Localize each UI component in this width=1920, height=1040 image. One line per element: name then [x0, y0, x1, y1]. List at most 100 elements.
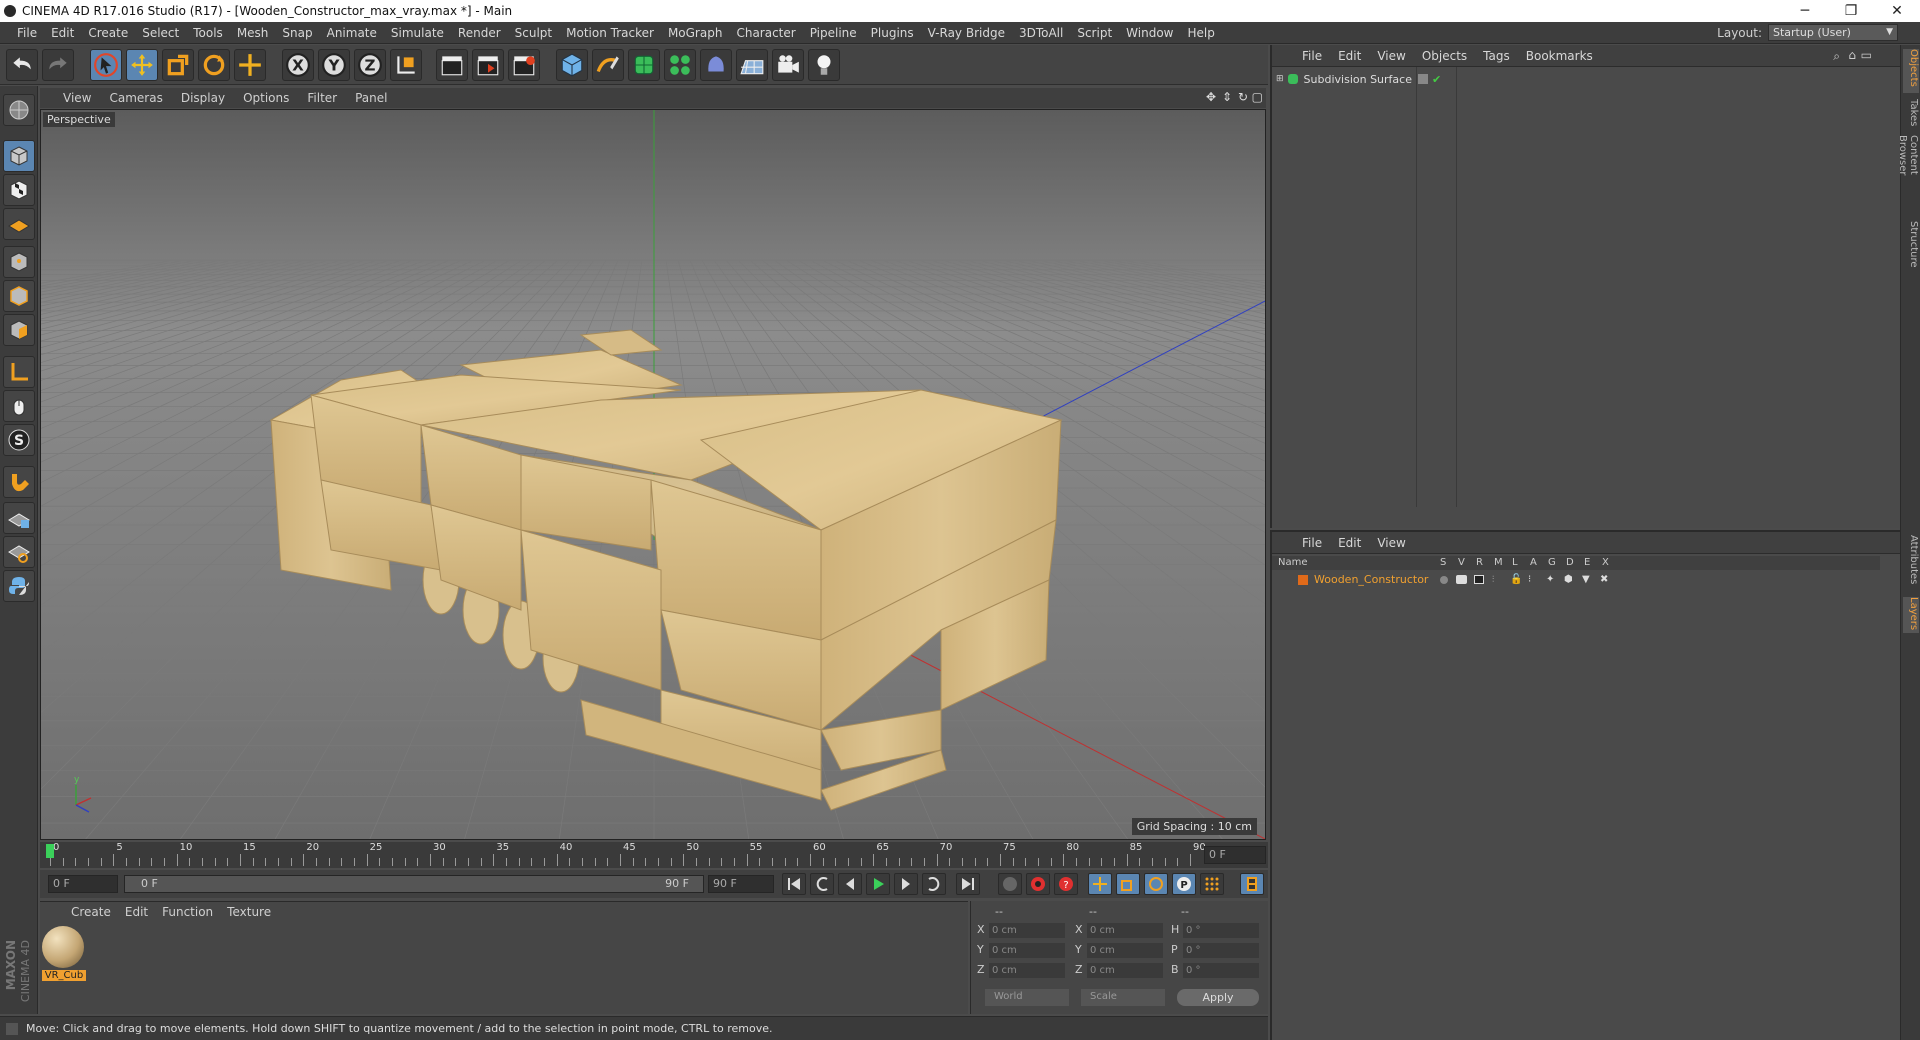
menu-tools[interactable]: Tools: [186, 26, 230, 40]
recent-tools-button[interactable]: [234, 49, 266, 81]
viewport-menu-panel[interactable]: Panel: [346, 91, 396, 105]
size-mode-select[interactable]: Scale: [1081, 989, 1165, 1006]
menu-character[interactable]: Character: [729, 26, 802, 40]
material-item[interactable]: VR_Cub: [42, 926, 86, 986]
tab-layers[interactable]: Layers: [1903, 597, 1919, 633]
material-menu-texture[interactable]: Texture: [220, 905, 278, 919]
menu-script[interactable]: Script: [1070, 26, 1119, 40]
menu-window[interactable]: Window: [1119, 26, 1180, 40]
menu-vray-bridge[interactable]: V-Ray Bridge: [921, 26, 1012, 40]
lock-icon[interactable]: 🔓: [1510, 574, 1522, 585]
apply-button[interactable]: Apply: [1177, 989, 1259, 1006]
render-region-button[interactable]: [472, 49, 504, 81]
material-menu-function[interactable]: Function: [155, 905, 220, 919]
visible-eye-icon[interactable]: [1456, 575, 1467, 584]
viewport-menu-options[interactable]: Options: [234, 91, 298, 105]
move-button[interactable]: [126, 49, 158, 81]
manager-icon[interactable]: ⫶: [1492, 575, 1494, 585]
scale-button[interactable]: [162, 49, 194, 81]
layer-menu-file[interactable]: File: [1294, 536, 1330, 550]
viewport-pan-icon[interactable]: ✥: [1206, 90, 1216, 104]
perspective-viewport[interactable]: y Perspective Grid Spacing : 10 cm: [40, 109, 1266, 840]
start-frame-field[interactable]: 0 F: [48, 875, 118, 893]
tweak-mode-button[interactable]: [3, 390, 35, 422]
position-z-field[interactable]: 0 cm: [989, 963, 1065, 978]
tab-structure[interactable]: Structure: [1903, 221, 1919, 271]
size-x-field[interactable]: 0 cm: [1087, 923, 1163, 938]
undo-button[interactable]: [6, 49, 38, 81]
add-spline-button[interactable]: [592, 49, 624, 81]
render-icon[interactable]: [1474, 575, 1484, 584]
add-cube-button[interactable]: [556, 49, 588, 81]
tab-objects[interactable]: Objects: [1903, 49, 1919, 93]
layer-menu-view[interactable]: View: [1369, 536, 1413, 550]
menu-file[interactable]: File: [10, 26, 44, 40]
add-deformer-button[interactable]: [700, 49, 732, 81]
tab-content-browser[interactable]: Content Browser: [1897, 135, 1919, 215]
menu-simulate[interactable]: Simulate: [384, 26, 451, 40]
add-camera-button[interactable]: [772, 49, 804, 81]
menu-animate[interactable]: Animate: [320, 26, 384, 40]
material-menu-create[interactable]: Create: [64, 905, 118, 919]
object-row-subdivision[interactable]: ⊞ Subdivision Surface ✔: [1274, 71, 1880, 87]
minimize-button[interactable]: ─: [1782, 0, 1828, 22]
menu-mograph[interactable]: MoGraph: [661, 26, 730, 40]
generators-icon[interactable]: ✦: [1546, 574, 1554, 585]
add-subdivision-button[interactable]: [628, 49, 660, 81]
key-rotation-button[interactable]: [1144, 873, 1168, 895]
workplane-rotate-button[interactable]: [3, 536, 35, 568]
lock-z-button[interactable]: Z: [354, 49, 386, 81]
play-button[interactable]: [866, 873, 890, 895]
prev-frame-button[interactable]: [838, 873, 862, 895]
render-view-button[interactable]: [436, 49, 468, 81]
tab-attributes[interactable]: Attributes: [1903, 535, 1919, 591]
layout-select[interactable]: Startup (User) ▼: [1768, 24, 1898, 41]
next-frame-button[interactable]: [894, 873, 918, 895]
menu-select[interactable]: Select: [135, 26, 186, 40]
viewport-menu-display[interactable]: Display: [172, 91, 234, 105]
menu-create[interactable]: Create: [81, 26, 135, 40]
size-y-field[interactable]: 0 cm: [1087, 943, 1163, 958]
layer-menu-edit[interactable]: Edit: [1330, 536, 1369, 550]
viewport-menu-filter[interactable]: Filter: [298, 91, 346, 105]
menu-plugins[interactable]: Plugins: [864, 26, 921, 40]
object-menu-objects[interactable]: Objects: [1414, 49, 1475, 63]
magnet-button[interactable]: [3, 466, 35, 498]
viewport-maximize-icon[interactable]: ▢: [1252, 90, 1263, 104]
autokey-button[interactable]: ?: [1054, 873, 1078, 895]
object-menu-edit[interactable]: Edit: [1330, 49, 1369, 63]
viewport-menu-view[interactable]: View: [54, 91, 100, 105]
key-position-button[interactable]: [1088, 873, 1112, 895]
visibility-toggle-icon[interactable]: [1418, 74, 1428, 84]
rotation-b-field[interactable]: 0 °: [1183, 963, 1259, 978]
object-menu-bookmarks[interactable]: Bookmarks: [1518, 49, 1601, 63]
edges-mode-button[interactable]: [3, 280, 35, 312]
enabled-check-icon[interactable]: ✔: [1432, 73, 1441, 86]
points-mode-button[interactable]: [3, 246, 35, 278]
animation-icon[interactable]: ⁝: [1528, 574, 1531, 585]
next-key-button[interactable]: [922, 873, 946, 895]
tab-takes[interactable]: Takes: [1903, 99, 1919, 129]
add-light-button[interactable]: [808, 49, 840, 81]
expand-icon[interactable]: ⊞: [1276, 74, 1284, 84]
redo-button[interactable]: [42, 49, 74, 81]
polygons-mode-button[interactable]: [3, 314, 35, 346]
dock-icon[interactable]: ▭: [1861, 48, 1872, 62]
record-button[interactable]: [1026, 873, 1050, 895]
layer-color-swatch[interactable]: [1298, 575, 1308, 585]
menu-snap[interactable]: Snap: [275, 26, 319, 40]
deformers-icon[interactable]: ⬢: [1564, 574, 1573, 585]
goto-start-button[interactable]: [782, 873, 806, 895]
goto-end-button[interactable]: [956, 873, 980, 895]
menu-help[interactable]: Help: [1180, 26, 1221, 40]
rotation-h-field[interactable]: 0 °: [1183, 923, 1259, 938]
key-parameter-button[interactable]: P: [1172, 873, 1196, 895]
object-menu-tags[interactable]: Tags: [1475, 49, 1518, 63]
make-editable-button[interactable]: [3, 94, 35, 126]
home-icon[interactable]: ⌂: [1848, 48, 1856, 62]
live-selection-button[interactable]: [90, 49, 122, 81]
model-mode-button[interactable]: [3, 140, 35, 172]
expressions-icon[interactable]: ▼: [1582, 574, 1590, 585]
current-frame-field[interactable]: 0 F: [1204, 846, 1266, 864]
menu-pipeline[interactable]: Pipeline: [803, 26, 864, 40]
